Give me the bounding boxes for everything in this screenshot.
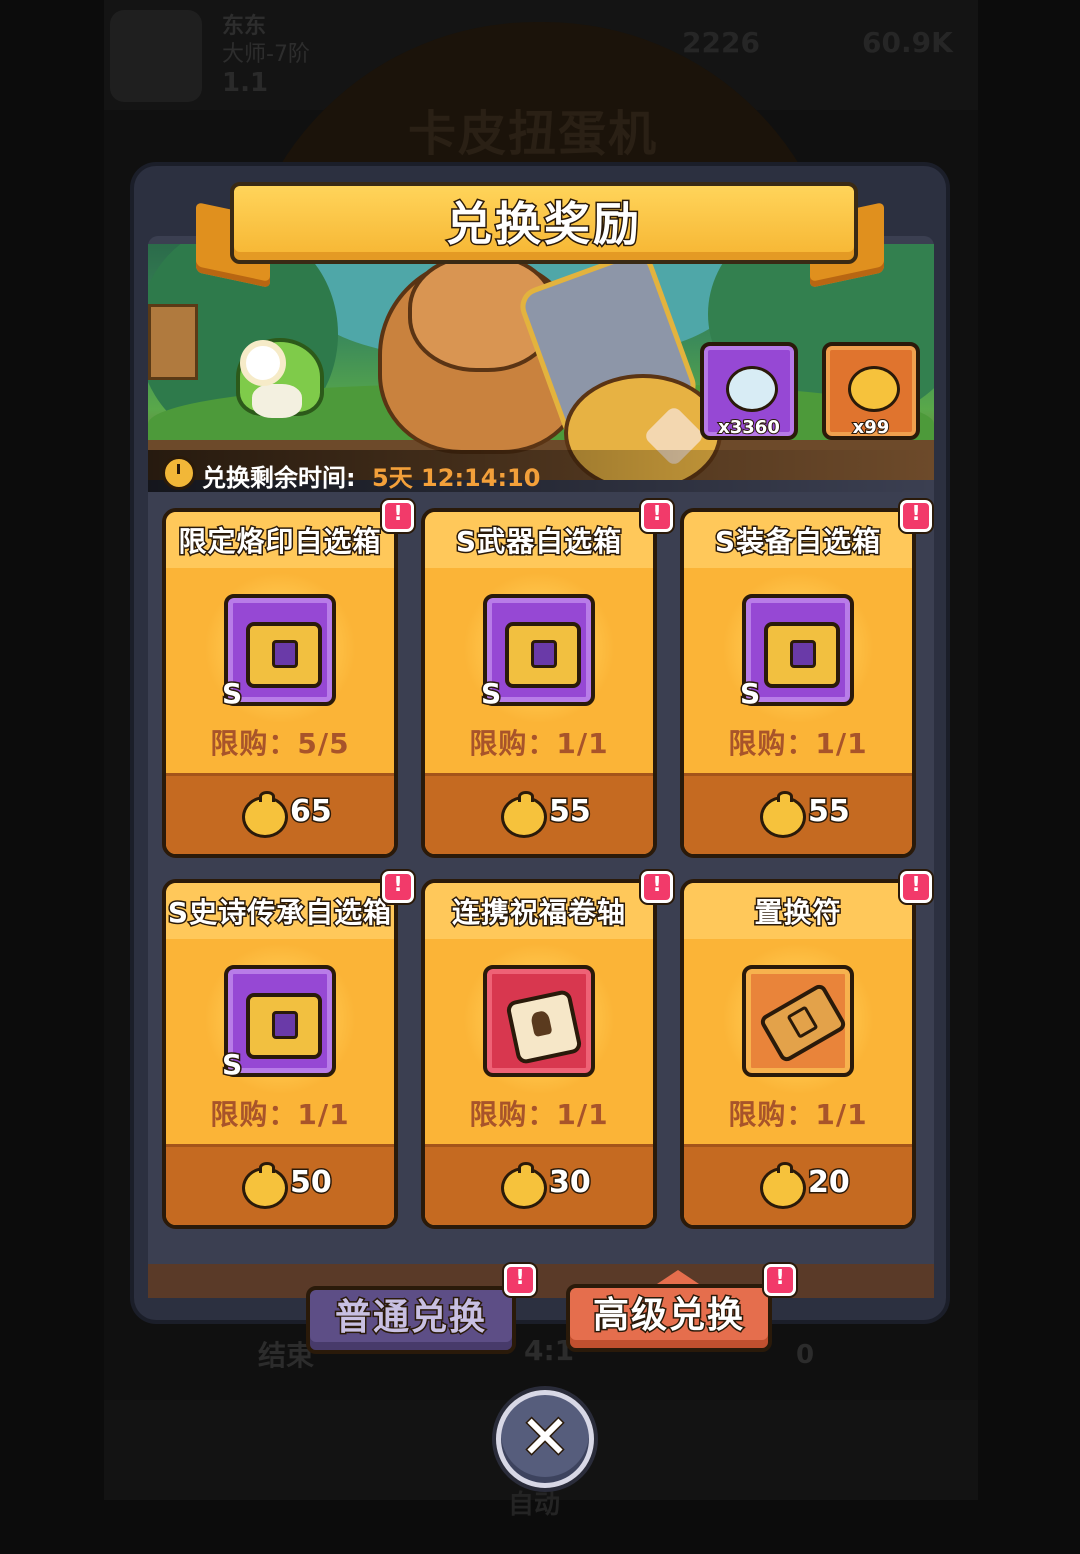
item-name: S装备自选箱 (713, 524, 882, 560)
ticket-icon (742, 965, 854, 1077)
crate-image (148, 304, 198, 380)
chick-coin-currency[interactable]: x99 (822, 342, 920, 440)
counter: 0 (796, 1340, 815, 1370)
shop-item-card[interactable]: S武器自选箱 S 限购：1/1 55 (421, 508, 657, 860)
item-name: S史诗传承自选箱 (166, 895, 393, 931)
scroll-shape (505, 988, 583, 1066)
chick-coin-icon (242, 1162, 288, 1209)
card-body: 连携祝福卷轴 限购：1/1 30 (421, 879, 657, 1229)
buy-button[interactable]: 30 (425, 1144, 653, 1225)
modal-title: 兑换奖励 (445, 196, 642, 253)
chest-shape (246, 622, 322, 688)
timer-value: 5天 12:14:10 (372, 464, 541, 492)
shop-item-card[interactable]: 连携祝福卷轴 限购：1/1 30 (421, 879, 657, 1231)
item-name: 限定烙印自选箱 (177, 524, 382, 560)
close-button[interactable]: ✕ (496, 1390, 594, 1488)
tab-strip (148, 1264, 934, 1298)
player-rank: 大师-7阶 (222, 42, 310, 67)
alert-badge (641, 500, 673, 532)
item-price: 65 (289, 793, 334, 831)
grade-label: S (220, 676, 243, 712)
screen-title: 卡皮扭蛋机 (408, 106, 659, 162)
chest-shape (246, 993, 322, 1059)
dumpling-count: x3360 (717, 416, 781, 439)
scroll-icon (483, 965, 595, 1077)
stopwatch-icon (162, 456, 196, 490)
buy-button[interactable]: 50 (166, 1144, 394, 1225)
equipment-chest-icon: S (738, 594, 854, 712)
dumpling-currency[interactable]: x3360 (700, 342, 798, 440)
card-body: S武器自选箱 S 限购：1/1 55 (421, 508, 657, 858)
alert-badge (382, 871, 414, 903)
alert-badge (900, 871, 932, 903)
player-stat: 1.1 (222, 68, 269, 98)
chick-coin-icon (501, 1162, 547, 1209)
brand-chest-icon: S (220, 594, 336, 712)
chest-shape (764, 622, 840, 688)
buy-button[interactable]: 55 (684, 773, 912, 854)
card-body: S史诗传承自选箱 S 限购：1/1 50 (162, 879, 398, 1229)
alert-badge-advanced-tab (764, 1264, 796, 1296)
item-price: 55 (548, 793, 593, 831)
item-price: 30 (548, 1164, 593, 1202)
buy-button[interactable]: 65 (166, 773, 394, 854)
purchase-limit: 限购：1/1 (469, 727, 609, 760)
chick-coin-count: x99 (852, 416, 891, 439)
close-icon: ✕ (518, 1402, 571, 1475)
chest-shape (505, 622, 581, 688)
grade-label: S (479, 676, 502, 712)
tab-advanced-exchange[interactable]: 高级兑换 (566, 1284, 772, 1352)
player-avatar (110, 10, 202, 102)
currency-a: 2226 (682, 26, 760, 59)
shop-item-card[interactable]: S史诗传承自选箱 S 限购：1/1 50 (162, 879, 398, 1231)
card-body: 限定烙印自选箱 S 限购：5/5 65 (162, 508, 398, 858)
chick-coin-icon (760, 791, 806, 838)
card-body: 置换符限购：1/1 20 (680, 879, 916, 1229)
chick-coin-icon (242, 791, 288, 838)
grade-label: S (738, 676, 761, 712)
alert-badge (900, 500, 932, 532)
item-name: 连携祝福卷轴 (450, 895, 626, 931)
timer-label: 兑换剩余时间: (202, 464, 356, 492)
shop-item-card[interactable]: 置换符限购：1/1 20 (680, 879, 916, 1231)
alert-badge-normal-tab (504, 1264, 536, 1296)
buy-button[interactable]: 55 (425, 773, 653, 854)
card-body: S装备自选箱 S 限购：1/1 55 (680, 508, 916, 858)
epic-chest-icon: S (220, 965, 336, 1083)
purchase-limit: 限购：1/1 (469, 1098, 609, 1131)
alert-badge (382, 500, 414, 532)
item-name: 置换符 (753, 895, 842, 931)
purchase-limit: 限购：1/1 (728, 727, 868, 760)
item-price: 20 (807, 1164, 852, 1202)
tab-normal-exchange[interactable]: 普通兑换 (306, 1286, 516, 1354)
item-price: 50 (289, 1164, 334, 1202)
shop-item-card[interactable]: S装备自选箱 S 限购：1/1 55 (680, 508, 916, 860)
dumpling-icon (726, 366, 778, 412)
item-price: 55 (807, 793, 852, 831)
buy-button[interactable]: 20 (684, 1144, 912, 1225)
purchase-limit: 限购：1/1 (728, 1098, 868, 1131)
chick-coin-icon (848, 366, 900, 412)
auto-label: 自动 (508, 1490, 561, 1520)
chick-coin-icon (501, 791, 547, 838)
currency-b: 60.9K (862, 26, 953, 59)
chick-coin-icon (760, 1162, 806, 1209)
purchase-limit: 限购：5/5 (210, 727, 350, 760)
grade-label: S (220, 1047, 243, 1083)
ticket-shape (757, 981, 849, 1065)
item-name: S武器自选箱 (454, 524, 623, 560)
purchase-limit: 限购：1/1 (210, 1098, 350, 1131)
weapon-chest-icon: S (479, 594, 595, 712)
shop-item-card[interactable]: 限定烙印自选箱 S 限购：5/5 65 (162, 508, 398, 860)
flower-icon (240, 340, 286, 386)
alert-badge (641, 871, 673, 903)
